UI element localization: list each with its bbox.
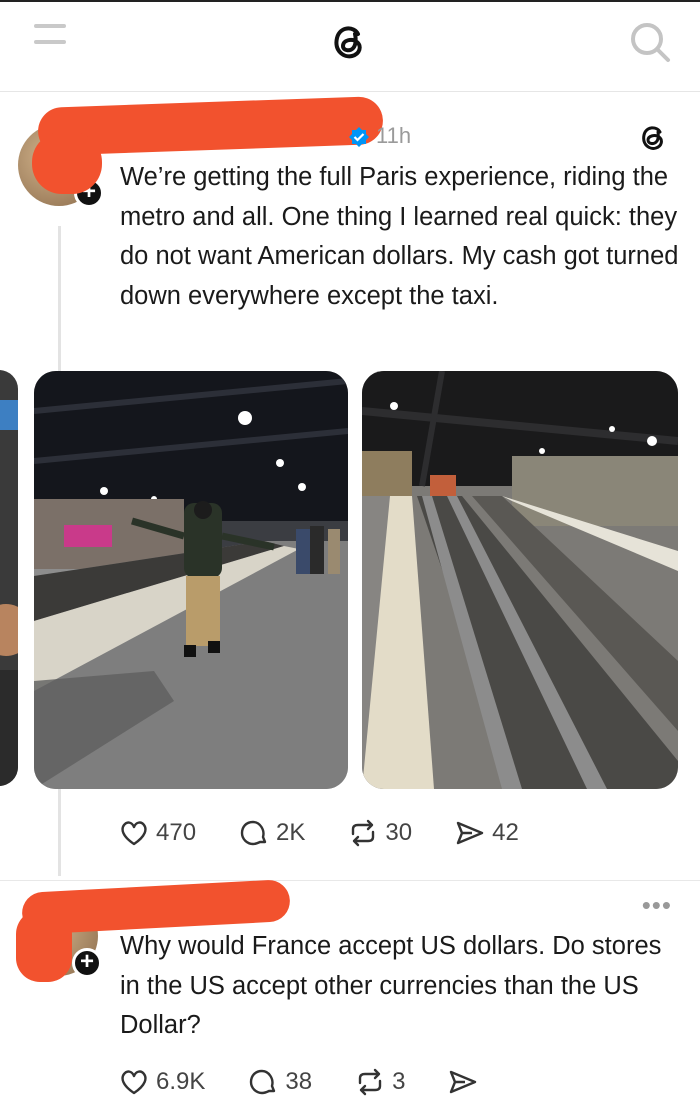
post-time: 11h — [376, 123, 412, 148]
reply-count: 2K — [276, 819, 306, 846]
post-text: We’re getting the full Paris experience,… — [120, 163, 679, 310]
more-options-icon[interactable]: ••• — [642, 890, 672, 921]
repost-count: 30 — [385, 819, 413, 846]
share-count: 42 — [492, 819, 519, 846]
photo-partial-left[interactable] — [0, 370, 18, 786]
follow-plus-icon[interactable]: + — [72, 948, 102, 978]
verified-badge-icon — [349, 127, 369, 147]
comment-icon — [240, 820, 267, 846]
like-count: 6.9K — [156, 1068, 206, 1095]
top-bar — [0, 0, 700, 92]
send-icon — [450, 1070, 477, 1094]
like-count: 470 — [156, 819, 197, 846]
search-icon[interactable] — [628, 20, 672, 64]
repost-button[interactable]: 30 — [347, 817, 412, 849]
redaction-mark — [32, 132, 102, 194]
repost-icon — [352, 819, 375, 847]
heart-icon — [121, 821, 147, 846]
photo-platform-person[interactable] — [34, 371, 348, 789]
post-2: + ••• Why would France accept US dollars… — [0, 879, 700, 1112]
reply-count: 38 — [285, 1068, 313, 1095]
threads-logo-icon[interactable] — [326, 18, 372, 64]
repost-count: 3 — [392, 1068, 406, 1095]
share-button[interactable] — [447, 1066, 479, 1098]
like-button[interactable]: 6.9K — [118, 1066, 205, 1098]
send-icon — [456, 821, 484, 845]
like-button[interactable]: 470 — [118, 817, 196, 849]
reply-text: Why would France accept US dollars. Do s… — [120, 932, 662, 1039]
photo-metro-tracks[interactable] — [362, 371, 678, 789]
repost-icon — [358, 1068, 382, 1096]
share-button[interactable]: 42 — [454, 817, 519, 849]
menu-icon[interactable] — [34, 24, 66, 52]
comment-icon — [250, 1069, 276, 1095]
post-1: + 11h We’re getting the full Paris exper… — [0, 92, 700, 882]
threads-mark-icon[interactable] — [636, 120, 670, 154]
post-actions: 470 2K 30 42 — [118, 813, 561, 853]
heart-icon — [121, 1070, 147, 1095]
reply-button[interactable]: 2K — [238, 817, 305, 849]
redaction-mark — [16, 910, 72, 982]
reply-actions: 6.9K 38 3 — [118, 1062, 521, 1102]
repost-button[interactable]: 3 — [354, 1066, 405, 1098]
reply-button[interactable]: 38 — [247, 1066, 312, 1098]
